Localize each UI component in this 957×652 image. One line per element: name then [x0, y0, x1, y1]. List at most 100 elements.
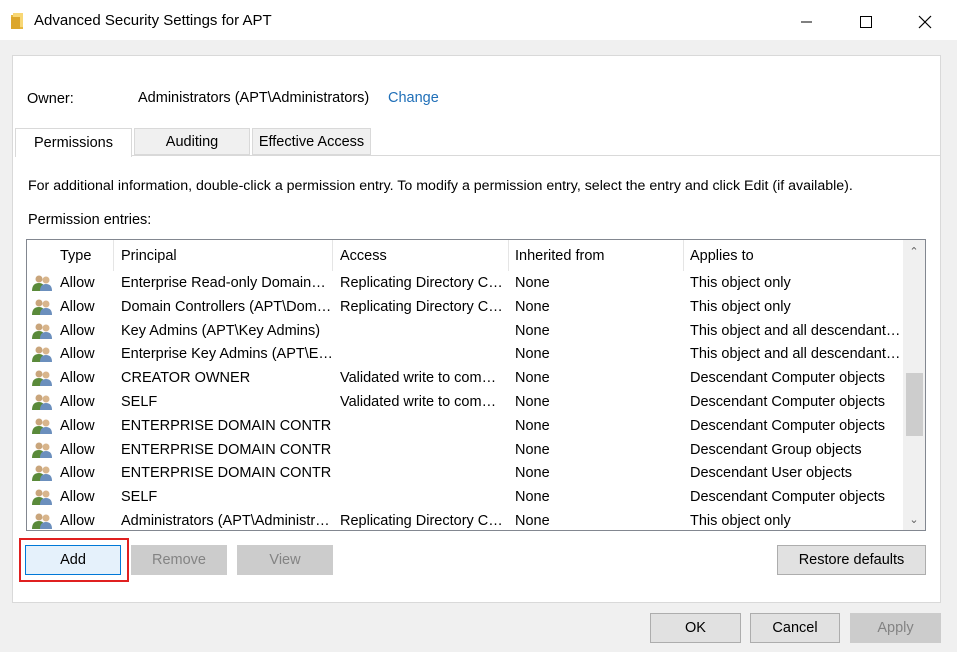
table-row[interactable]: Allow Enterprise Key Admins (APT\E… None Th…: [27, 342, 905, 366]
apply-button[interactable]: Apply: [850, 613, 941, 643]
close-icon: [918, 15, 932, 29]
scroll-down-icon[interactable]: ⌄: [903, 508, 925, 530]
cell-type: Allow: [60, 489, 95, 506]
cell-access: Validated write to com…: [340, 394, 497, 410]
column-header-type[interactable]: Type: [54, 240, 114, 271]
cell-principal: Administrators (APT\Administr…: [121, 513, 330, 529]
cell-principal: ENTERPRISE DOMAIN CONTR…: [121, 465, 333, 482]
folder-icon: [11, 13, 23, 29]
scrollbar-thumb[interactable]: [906, 373, 923, 436]
cell-type: Allow: [60, 513, 95, 529]
cell-principal: Enterprise Key Admins (APT\E…: [121, 346, 333, 363]
table-row[interactable]: Allow Enterprise Read-only Domain… Replica…: [27, 271, 905, 295]
add-button[interactable]: Add: [25, 545, 121, 575]
cell-inherited-from: None: [515, 346, 550, 363]
cell-inherited-from: None: [515, 417, 550, 434]
cell-type: Allow: [60, 298, 95, 315]
scroll-up-icon[interactable]: ⌃: [903, 240, 925, 262]
cell-access: Replicating Directory C…: [340, 298, 503, 315]
cell-access: [340, 438, 508, 462]
remove-button[interactable]: Remove: [131, 545, 227, 575]
cell-principal: ENTERPRISE DOMAIN CONTR…: [121, 417, 333, 434]
restore-defaults-button[interactable]: Restore defaults: [777, 545, 926, 575]
cell-type: Allow: [60, 346, 95, 363]
cell-type: Allow: [60, 417, 95, 434]
maximize-button[interactable]: [837, 0, 895, 44]
cell-access: [340, 414, 508, 438]
cell-applies-to: Descendant Computer objects: [690, 394, 886, 410]
close-button[interactable]: [896, 0, 954, 44]
cell-inherited-from: None: [515, 322, 550, 339]
maximize-icon: [860, 16, 872, 28]
user-group-icon: [32, 418, 52, 434]
cell-applies-to: This object and all descendant…: [690, 322, 901, 339]
cell-access: Replicating Directory C…: [340, 513, 503, 529]
change-owner-link[interactable]: Change: [388, 90, 439, 106]
cell-type: Allow: [60, 370, 95, 387]
cell-inherited-from: None: [515, 298, 550, 315]
table-row[interactable]: Allow SELF None Descendant Computer objects: [27, 485, 905, 509]
cell-principal: Key Admins (APT\Key Admins): [121, 322, 321, 339]
cell-inherited-from: None: [515, 370, 550, 387]
table-row[interactable]: Allow ENTERPRISE DOMAIN CONTR… None Descend…: [27, 461, 905, 485]
cell-inherited-from: None: [515, 394, 550, 410]
minimize-icon: [801, 21, 812, 23]
cancel-button[interactable]: Cancel: [750, 613, 840, 643]
cell-applies-to: This object only: [690, 298, 791, 315]
cell-principal: CREATOR OWNER: [121, 370, 251, 387]
cell-type: Allow: [60, 465, 95, 482]
column-header-access[interactable]: Access: [334, 240, 509, 271]
cell-principal: Enterprise Read-only Domain…: [121, 275, 326, 291]
permission-entries-list[interactable]: Type Principal Access Inherited from App…: [26, 239, 926, 531]
cell-applies-to: Descendant Computer objects: [690, 370, 886, 387]
cell-applies-to: Descendant Computer objects: [690, 417, 886, 434]
permission-entries-label: Permission entries:: [28, 212, 152, 228]
cell-access: [340, 485, 508, 509]
ok-button[interactable]: OK: [650, 613, 741, 643]
cell-principal: ENTERPRISE DOMAIN CONTR…: [121, 441, 333, 458]
tab-effective-access[interactable]: Effective Access: [252, 128, 371, 155]
cell-access: Validated write to com…: [340, 370, 497, 387]
cell-principal: SELF: [121, 394, 158, 410]
table-row[interactable]: Allow Domain Controllers (APT\Dom… Replica…: [27, 295, 905, 319]
column-header-inherited-from[interactable]: Inherited from: [509, 240, 684, 271]
tab-permissions[interactable]: Permissions: [15, 128, 132, 157]
cell-applies-to: This object and all descendant…: [690, 346, 901, 363]
cell-type: Allow: [60, 441, 95, 458]
window-title: Advanced Security Settings for APT: [34, 12, 272, 29]
user-group-icon: [32, 323, 52, 339]
user-group-icon: [32, 346, 52, 363]
cell-inherited-from: None: [515, 489, 550, 506]
cell-principal: Domain Controllers (APT\Dom…: [121, 298, 332, 315]
cell-type: Allow: [60, 322, 95, 339]
user-group-icon: [32, 442, 52, 458]
table-row[interactable]: Allow CREATOR OWNER Validated write to com…: [27, 366, 905, 390]
user-group-icon: [32, 489, 52, 506]
cell-applies-to: This object only: [690, 275, 791, 291]
table-row[interactable]: Allow SELF Validated write to com… None Desc…: [27, 390, 905, 414]
owner-value: Administrators (APT\Administrators): [138, 90, 370, 106]
tab-auditing[interactable]: Auditing: [134, 128, 250, 155]
table-row[interactable]: Allow Administrators (APT\Administr… Repli…: [27, 509, 905, 530]
cell-inherited-from: None: [515, 465, 550, 482]
column-header-applies-to[interactable]: Applies to: [684, 240, 905, 271]
list-header: Type Principal Access Inherited from App…: [27, 240, 905, 271]
user-group-icon: [32, 513, 52, 529]
owner-label: Owner:: [27, 91, 74, 107]
minimize-button[interactable]: [778, 0, 836, 44]
user-group-icon: [32, 299, 52, 315]
user-group-icon: [32, 465, 52, 482]
view-button[interactable]: View: [237, 545, 333, 575]
table-row[interactable]: Allow ENTERPRISE DOMAIN CONTR… None Descend…: [27, 438, 905, 462]
cell-applies-to: Descendant Computer objects: [690, 489, 886, 506]
cell-inherited-from: None: [515, 513, 550, 529]
vertical-scrollbar[interactable]: ⌃ ⌄: [903, 240, 925, 530]
cell-access: Replicating Directory C…: [340, 275, 503, 291]
cell-applies-to: This object only: [690, 513, 791, 529]
table-row[interactable]: Allow Key Admins (APT\Key Admins) None This…: [27, 319, 905, 343]
cell-applies-to: Descendant User objects: [690, 465, 852, 482]
table-row[interactable]: Allow ENTERPRISE DOMAIN CONTR… None Descend…: [27, 414, 905, 438]
cell-applies-to: Descendant Group objects: [690, 441, 862, 458]
cell-inherited-from: None: [515, 441, 550, 458]
column-header-principal[interactable]: Principal: [115, 240, 333, 271]
